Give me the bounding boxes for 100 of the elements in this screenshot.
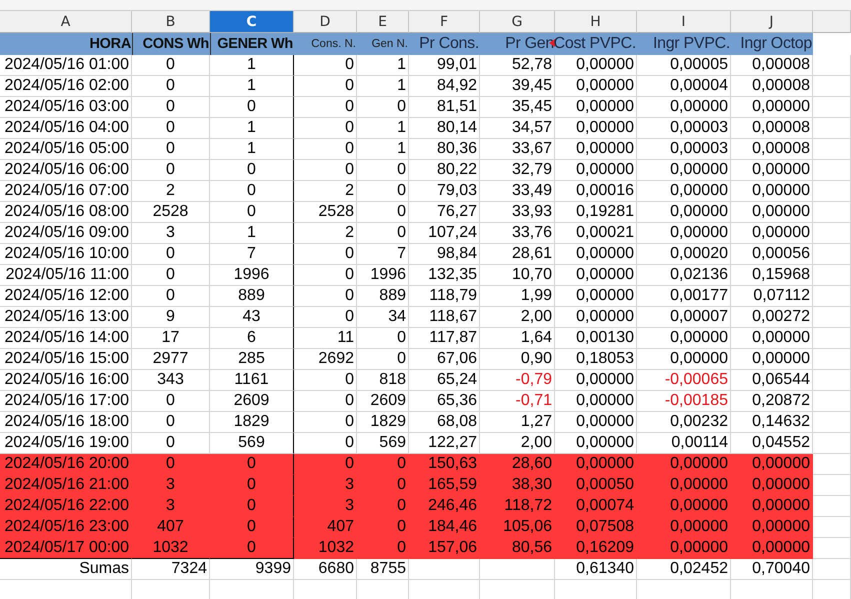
table-cell: 118,67: [409, 307, 480, 328]
table-cell: 0,00000: [637, 181, 731, 202]
table-cell: 0,00000: [555, 370, 637, 391]
table-cell: 1: [210, 118, 294, 139]
table-cell: 80,14: [409, 118, 480, 139]
table-cell: 2024/05/16 08:00: [0, 202, 132, 223]
table-cell: -0,71: [480, 391, 555, 412]
table-cell: 0: [132, 412, 210, 433]
column-header[interactable]: F: [409, 11, 480, 33]
table-cell: 1,27: [480, 412, 555, 433]
table-cell: 0: [132, 97, 210, 118]
table-cell: 1996: [210, 265, 294, 286]
table-cell: 0,00000: [555, 97, 637, 118]
table-cell: 0,00000: [731, 517, 813, 538]
column-header[interactable]: D: [294, 11, 357, 33]
table-cell: 0,00003: [637, 139, 731, 160]
table-cell: 0: [294, 118, 357, 139]
empty-cell: [813, 286, 851, 307]
table-cell: 2024/05/16 10:00: [0, 244, 132, 265]
table-cell: 0,00004: [637, 76, 731, 97]
table-cell: 2: [294, 223, 357, 244]
table-cell: 2: [132, 181, 210, 202]
table-cell: 0,00000: [637, 538, 731, 559]
table-cell: 80,36: [409, 139, 480, 160]
table-cell: 2609: [357, 391, 409, 412]
empty-cell: [813, 202, 851, 223]
table-cell: 34,57: [480, 118, 555, 139]
table-cell: 0,00021: [555, 223, 637, 244]
table-cell: 0,00000: [731, 496, 813, 517]
table-cell: 35,45: [480, 97, 555, 118]
table-cell: 7324: [132, 559, 210, 580]
table-cell: 2024/05/16 20:00: [0, 454, 132, 475]
empty-cell: [813, 433, 851, 454]
column-header[interactable]: G: [480, 11, 555, 33]
table-cell: 0: [294, 307, 357, 328]
table-cell: 28,61: [480, 244, 555, 265]
table-cell: 3: [294, 496, 357, 517]
table-cell: 3: [132, 223, 210, 244]
column-header[interactable]: H: [555, 11, 637, 33]
empty-cell: [813, 349, 851, 370]
table-cell: 0,00000: [555, 286, 637, 307]
table-cell: 1,64: [480, 328, 555, 349]
table-cell: 1: [357, 76, 409, 97]
table-cell: 11: [294, 328, 357, 349]
table-cell: 0: [357, 181, 409, 202]
table-cell: 0: [294, 265, 357, 286]
column-header[interactable]: C: [210, 11, 294, 33]
table-cell: 2024/05/16 04:00: [0, 118, 132, 139]
column-header[interactable]: E: [357, 11, 409, 33]
table-cell: 65,36: [409, 391, 480, 412]
table-cell: 0,16209: [555, 538, 637, 559]
table-cell: 0: [294, 286, 357, 307]
table-cell: 157,06: [409, 538, 480, 559]
table-cell: 2692: [294, 349, 357, 370]
table-cell: 0: [357, 496, 409, 517]
table-cell: 8755: [357, 559, 409, 580]
column-header[interactable]: I: [637, 11, 731, 33]
table-cell: 32,79: [480, 160, 555, 181]
column-header[interactable]: B: [132, 11, 210, 33]
column-header[interactable]: J: [731, 11, 813, 33]
table-cell: 2528: [132, 202, 210, 223]
table-cell: 33,67: [480, 139, 555, 160]
table-cell: 0,00000: [555, 118, 637, 139]
table-cell: 105,06: [480, 517, 555, 538]
table-cell: 0,00020: [637, 244, 731, 265]
empty-cell: [813, 370, 851, 391]
header-cell: Ingr Octop: [731, 33, 813, 55]
header-cell: GENER Wh: [210, 33, 294, 55]
table-cell: 0: [210, 517, 294, 538]
table-cell: 2024/05/16 02:00: [0, 76, 132, 97]
table-cell: 0,70040: [731, 559, 813, 580]
table-cell: 0,61340: [555, 559, 637, 580]
table-cell: 0: [210, 538, 294, 559]
table-cell: 0: [294, 454, 357, 475]
table-cell: 1829: [210, 412, 294, 433]
table-cell: 0: [132, 454, 210, 475]
table-cell: 2024/05/16 12:00: [0, 286, 132, 307]
table-cell: 0,00000: [555, 139, 637, 160]
column-header[interactable]: A: [0, 11, 132, 33]
table-cell: 0: [132, 391, 210, 412]
table-cell: 0: [357, 454, 409, 475]
table-cell: 0: [132, 55, 210, 76]
table-cell: 0: [132, 160, 210, 181]
table-cell: 0: [294, 55, 357, 76]
table-cell: 0: [357, 538, 409, 559]
table-cell: 1032: [294, 538, 357, 559]
table-cell: 184,46: [409, 517, 480, 538]
table-cell: 0,02136: [637, 265, 731, 286]
table-cell: 0,00000: [555, 265, 637, 286]
table-cell: 2024/05/16 11:00: [0, 265, 132, 286]
header-cell: Ingr PVPC.: [637, 33, 731, 55]
table-cell: 0,00000: [555, 391, 637, 412]
table-cell: 0,19281: [555, 202, 637, 223]
table-cell: 0,14632: [731, 412, 813, 433]
table-cell: 1: [357, 139, 409, 160]
table-cell: 0: [294, 412, 357, 433]
table-cell: 0,00000: [637, 454, 731, 475]
table-cell: 2024/05/16 07:00: [0, 181, 132, 202]
table-cell: 889: [357, 286, 409, 307]
table-cell: 0,00000: [555, 454, 637, 475]
